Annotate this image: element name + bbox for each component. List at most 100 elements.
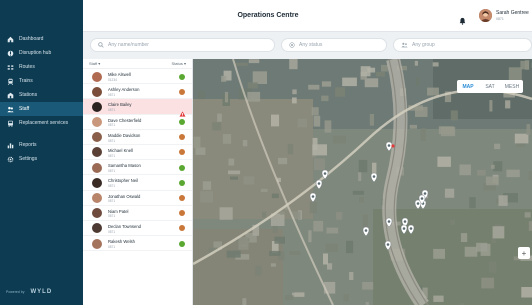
staff-list-header: Staff ▾ Status ▾: [83, 59, 192, 69]
powered-by-footer: Powered by WYLD: [6, 289, 52, 295]
busy-status-icon: [179, 149, 185, 156]
zoom-in-button[interactable]: +: [518, 247, 530, 259]
sidebar-item-label: Reports: [19, 142, 37, 148]
search-placeholder: Any name/number: [108, 42, 149, 48]
sidebar-item-reports[interactable]: Reports: [0, 138, 83, 152]
staff-id: 0871: [108, 184, 116, 189]
routes-icon: [7, 64, 14, 71]
staff-row[interactable]: Samantha Mason 0871: [83, 160, 192, 176]
staff-row[interactable]: Mike Alswell 01234: [83, 69, 192, 85]
powered-by-text: Powered by: [6, 290, 25, 294]
sidebar-item-dashboard[interactable]: Dashboard: [0, 32, 83, 46]
sidebar-item-settings[interactable]: Settings: [0, 152, 83, 166]
group-filter[interactable]: Any group: [393, 38, 532, 52]
search-input[interactable]: Any name/number: [90, 38, 275, 52]
staff-id: 0871: [108, 153, 116, 158]
map-mode-map[interactable]: MAP: [457, 80, 479, 93]
sidebar-item-disruption-hub[interactable]: Disruption hub: [0, 46, 83, 60]
avatar: [92, 223, 102, 234]
sidebar-item-label: Routes: [19, 64, 35, 70]
staff-name: Mike Alswell: [108, 72, 131, 77]
staff-id: 0871: [108, 244, 116, 249]
staff-id: 0871: [108, 92, 116, 97]
sort-status-button[interactable]: Status ▾: [172, 61, 186, 66]
staff-id: 0871: [108, 214, 116, 219]
staff-name: Christopher Neil: [108, 178, 139, 184]
user-name[interactable]: Sarah Gentree: [496, 10, 529, 16]
group-icon: [401, 42, 408, 48]
sidebar-item-label: Replacement services: [19, 120, 69, 126]
busy-status-icon: [179, 134, 185, 141]
gear-icon: [7, 156, 14, 163]
staff-name: Ashley Anderson: [108, 87, 140, 93]
sidebar-item-replacement-services[interactable]: Replacement services: [0, 116, 83, 130]
busy-status-icon: [179, 210, 185, 217]
staff-id: 0871: [108, 138, 116, 143]
train-icon: [7, 78, 14, 85]
staff-id: 0871: [108, 168, 116, 173]
staff-row[interactable]: Michael Knell 0871: [83, 145, 192, 161]
status-icon: [289, 42, 295, 48]
staff-row[interactable]: Niam Patel 0871: [83, 206, 192, 221]
staff-name: Jonathan Oswald: [108, 193, 141, 199]
search-icon: [98, 42, 104, 48]
sidebar-item-label: Trains: [19, 78, 33, 84]
sidebar-item-routes[interactable]: Routes: [0, 60, 83, 74]
sidebar: Dashboard Disruption hub Routes Trains S…: [0, 0, 83, 305]
station-icon: [7, 92, 14, 99]
satellite-map[interactable]: [193, 59, 532, 305]
alert-pin-marker[interactable]: [391, 144, 395, 148]
staff-row[interactable]: Claire Bailey 0871: [83, 99, 192, 117]
staff-name: Niam Patel: [108, 208, 129, 214]
avatar: [92, 132, 102, 143]
group-placeholder: Any group: [412, 42, 435, 48]
staff-name: Michael Knell: [108, 147, 133, 153]
staff-name: Rakesh Welsh: [108, 239, 135, 245]
ok-status-icon: [179, 73, 185, 80]
sidebar-item-label: Stations: [19, 92, 38, 98]
map-mode-mesh[interactable]: MESH: [501, 80, 523, 93]
busy-status-icon: [179, 195, 185, 201]
avatar: [92, 101, 102, 112]
sidebar-item-label: Dashboard: [19, 36, 44, 42]
staff-row[interactable]: Dave Chesterfield 0871: [83, 115, 192, 130]
sidebar-item-label: Disruption hub: [19, 50, 52, 56]
staff-name: Maddie Davidson: [108, 132, 141, 138]
staff-row[interactable]: Maddie Davidson 0871: [83, 130, 192, 145]
map-view[interactable]: MAP SAT MESH +: [193, 59, 532, 305]
avatar[interactable]: [479, 9, 492, 22]
status-placeholder: Any status: [299, 42, 323, 48]
reports-icon: [7, 142, 14, 149]
staff-row[interactable]: Jonathan Oswald 0871: [83, 191, 192, 206]
sidebar-item-trains[interactable]: Trains: [0, 74, 83, 88]
staff-name: Declan Townsend: [108, 223, 141, 229]
staff-row[interactable]: Rakesh Welsh 0871: [83, 236, 192, 252]
status-filter[interactable]: Any status: [281, 38, 387, 52]
staff-row[interactable]: Christopher Neil 0871: [83, 175, 192, 191]
sidebar-item-staff[interactable]: Staff: [0, 102, 83, 116]
staff-name: Samantha Mason: [108, 163, 141, 169]
alert-status-icon: [179, 104, 186, 117]
staff-name: Dave Chesterfield: [108, 117, 142, 123]
staff-row[interactable]: Ashley Anderson 0871: [83, 84, 192, 100]
ok-status-icon: [179, 179, 185, 186]
staff-id: 0871: [108, 123, 116, 128]
avatar: [92, 71, 102, 82]
bell-icon[interactable]: [459, 12, 466, 25]
staff-icon: [7, 106, 14, 113]
ok-status-icon: [179, 119, 185, 126]
filter-bar: Any name/number Any status Any group: [83, 32, 532, 59]
avatar: [92, 162, 102, 173]
avatar: [92, 238, 102, 249]
ok-status-icon: [179, 164, 185, 171]
sidebar-item-stations[interactable]: Stations: [0, 88, 83, 102]
staff-row[interactable]: Declan Townsend 0871: [83, 221, 192, 237]
sidebar-item-label: Settings: [19, 156, 38, 162]
staff-id: 0871: [108, 229, 116, 234]
top-header: Operations Centre Sarah Gentree 0871: [83, 0, 532, 32]
map-type-toggle: MAP SAT MESH: [457, 80, 523, 93]
sidebar-item-label: Staff: [19, 106, 30, 112]
sort-staff-button[interactable]: Staff ▾: [89, 61, 100, 66]
map-mode-sat[interactable]: SAT: [479, 80, 501, 93]
sidebar-header: [0, 0, 83, 32]
